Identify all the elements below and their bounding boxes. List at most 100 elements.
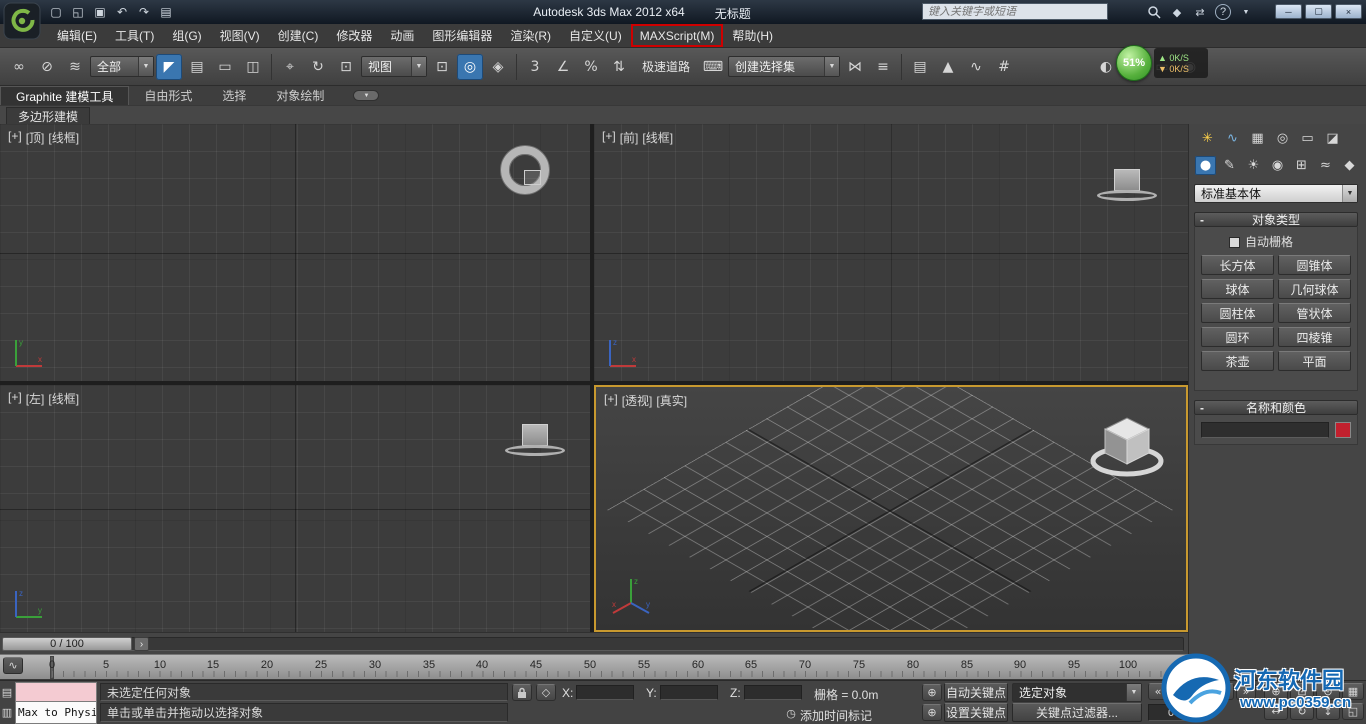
search-icon[interactable] [1146, 4, 1162, 20]
tab-freeform[interactable]: 自由形式 [129, 86, 207, 105]
field-of-view-icon[interactable]: ▦ [1342, 683, 1364, 700]
reference-coordinate-dropdown[interactable]: 视图 ▼ [361, 56, 427, 77]
key-filters-button[interactable]: 关键点过滤器... [1012, 703, 1142, 722]
material-editor-icon[interactable]: ◐ [1093, 54, 1119, 80]
select-and-move-icon[interactable]: ⌖ [277, 54, 303, 80]
current-frame-field[interactable]: 0 [1148, 704, 1194, 721]
viewport-menu-general[interactable]: [+] [604, 392, 618, 409]
subscription-icon[interactable]: ◆ [1169, 4, 1185, 20]
absolute-offset-mode-icon[interactable]: ◇ [536, 684, 556, 701]
angle-snap-icon[interactable]: ∠ [550, 54, 576, 80]
unlink-selection-icon[interactable]: ⊘ [34, 54, 60, 80]
save-file-icon[interactable]: ▣ [90, 3, 110, 21]
cameras-category-icon[interactable]: ◉ [1267, 156, 1288, 175]
tab-polygon-modeling[interactable]: 多边形建模 [6, 107, 90, 125]
menu-create[interactable]: 创建(C) [269, 24, 328, 47]
menu-help[interactable]: 帮助(H) [723, 24, 782, 47]
menu-customize[interactable]: 自定义(U) [560, 24, 631, 47]
viewport-menu-pov[interactable]: [前] [620, 129, 639, 146]
next-frame-icon[interactable]: › [134, 637, 149, 651]
menu-views[interactable]: 视图(V) [211, 24, 269, 47]
search-input[interactable] [922, 3, 1108, 20]
selection-lock-icon[interactable] [512, 684, 532, 701]
viewport-front[interactable]: [+] [前] [线框] x z [594, 124, 1188, 381]
next-frame-step-icon[interactable]: › [1214, 683, 1234, 700]
play-animation-icon[interactable]: ▶ [1192, 683, 1212, 700]
z-coordinate-field[interactable] [744, 685, 802, 700]
viewport-left[interactable]: [+] [左] [线框] y z [0, 385, 590, 632]
menu-edit[interactable]: 编辑(E) [48, 24, 106, 47]
menu-animation[interactable]: 动画 [381, 24, 423, 47]
lights-category-icon[interactable]: ☀ [1243, 156, 1264, 175]
box-object-left-view[interactable] [522, 424, 548, 446]
menu-rendering[interactable]: 渲染(R) [501, 24, 560, 47]
systems-category-icon[interactable]: ◆ [1339, 156, 1360, 175]
object-name-input[interactable] [1201, 422, 1329, 438]
viewport-menu-general[interactable]: [+] [8, 390, 22, 407]
zoom-extents-icon[interactable]: ⊙ [1316, 683, 1340, 700]
viewport-menu-shading[interactable]: [线框] [48, 390, 79, 407]
tube-button[interactable]: 管状体 [1278, 303, 1351, 323]
select-and-link-icon[interactable]: ∞ [6, 54, 32, 80]
modify-tab-icon[interactable]: ∿ [1222, 129, 1243, 148]
speed-ball-overlay[interactable]: 51% [1116, 45, 1152, 81]
menu-maxscript-highlighted[interactable]: MAXScript(M) [631, 24, 724, 47]
spinner-snap-icon[interactable]: ⇅ [606, 54, 632, 80]
schematic-view-icon[interactable]: # [991, 54, 1017, 80]
viewport-perspective-active[interactable]: [+] [透视] [真实] z x y [594, 385, 1188, 632]
go-to-end-icon[interactable]: » [1236, 683, 1256, 700]
zoom-all-icon[interactable]: ⊡ [1290, 683, 1314, 700]
open-file-icon[interactable]: ◱ [68, 3, 88, 21]
window-crossing-icon[interactable]: ◫ [240, 54, 266, 80]
listener-macro-icon[interactable]: ▤ [1, 683, 13, 701]
project-folder-icon[interactable]: ▤ [156, 3, 176, 21]
track-bar[interactable]: 0 5 10 15 20 25 30 35 40 45 50 55 60 65 … [0, 654, 1190, 680]
object-type-rollout-header[interactable]: - 对象类型 [1194, 212, 1358, 227]
set-key-button[interactable]: 设置关键点 [944, 703, 1008, 722]
display-tab-icon[interactable]: ▭ [1297, 129, 1318, 148]
time-tag-clock-icon[interactable]: ◷ [781, 705, 801, 722]
time-slider-handle[interactable]: 0 / 100 [2, 637, 132, 651]
snap-toggle-icon[interactable]: 3 [522, 54, 548, 80]
plane-button[interactable]: 平面 [1278, 351, 1351, 371]
cone-button[interactable]: 圆锥体 [1278, 255, 1351, 275]
redo-icon[interactable]: ↷ [134, 3, 154, 21]
help-icon[interactable]: ? [1215, 4, 1231, 20]
previous-frame-icon[interactable]: ‹ [1170, 683, 1190, 700]
tilt-view-icon[interactable]: ↕ [1316, 703, 1340, 720]
maxscript-macro-pane[interactable] [15, 682, 97, 702]
align-icon[interactable]: ≡ [870, 54, 896, 80]
new-scene-icon[interactable]: ▢ [46, 3, 66, 21]
viewport-menu-shading[interactable]: [线框] [642, 129, 673, 146]
geosphere-button[interactable]: 几何球体 [1278, 279, 1351, 299]
space-warps-category-icon[interactable]: ≈ [1315, 156, 1336, 175]
new-key-icon[interactable]: ⊕ [922, 684, 942, 701]
zoom-icon[interactable]: ⊕ [1264, 683, 1288, 700]
mirror-icon[interactable]: ⋈ [842, 54, 868, 80]
close-button[interactable]: × [1335, 4, 1362, 19]
infocenter-menu-icon[interactable]: ▼ [1238, 4, 1254, 20]
bind-to-space-warp-icon[interactable]: ≋ [62, 54, 88, 80]
cylinder-button[interactable]: 圆柱体 [1201, 303, 1274, 323]
hierarchy-tab-icon[interactable]: ▦ [1247, 129, 1268, 148]
pyramid-button[interactable]: 四棱锥 [1278, 327, 1351, 347]
sphere-button[interactable]: 球体 [1201, 279, 1274, 299]
torus-button[interactable]: 圆环 [1201, 327, 1274, 347]
undo-icon[interactable]: ↶ [112, 3, 132, 21]
shapes-category-icon[interactable]: ✎ [1219, 156, 1240, 175]
viewport-menu-pov[interactable]: [透视] [622, 392, 653, 409]
autogrid-checkbox[interactable] [1229, 237, 1240, 248]
motion-tab-icon[interactable]: ◎ [1272, 129, 1293, 148]
go-to-start-icon[interactable]: « [1148, 683, 1168, 700]
tab-graphite-modeling[interactable]: Graphite 建模工具 [0, 86, 129, 105]
select-and-scale-icon[interactable]: ⊡ [333, 54, 359, 80]
ribbon-minimize-icon[interactable]: ▼ [353, 90, 379, 101]
viewport-menu-pov[interactable]: [顶] [26, 129, 45, 146]
percent-snap-icon[interactable]: % [578, 54, 604, 80]
create-tab-icon[interactable]: ✳ [1197, 129, 1218, 148]
menu-tools[interactable]: 工具(T) [106, 24, 163, 47]
maximize-button[interactable]: ▢ [1305, 4, 1332, 19]
box-object-front-view[interactable] [1114, 169, 1140, 191]
viewport-top[interactable]: [+] [顶] [线框] x y [0, 124, 590, 381]
menu-graph-editors[interactable]: 图形编辑器 [423, 24, 501, 47]
